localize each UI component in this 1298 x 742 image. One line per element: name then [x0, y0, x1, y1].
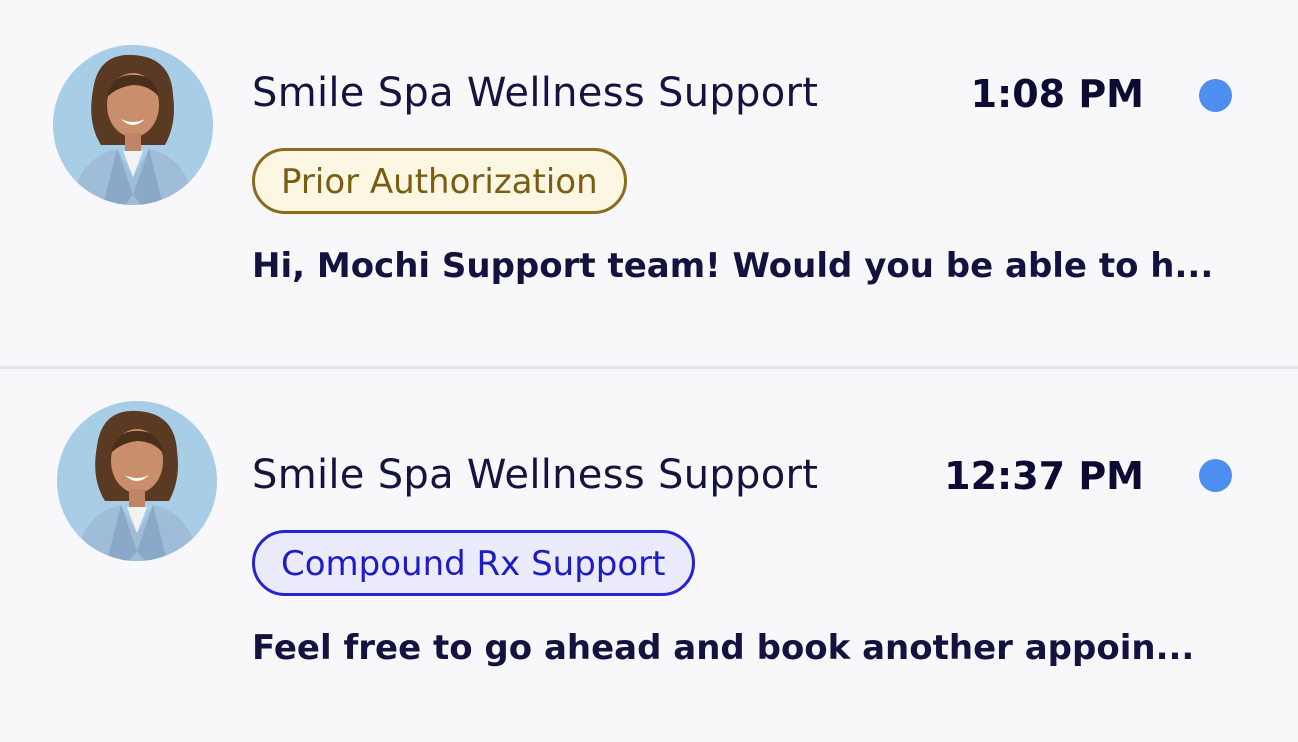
- conversation-item[interactable]: Smile Spa Wellness Support 1:08 PM Prior…: [0, 0, 1298, 366]
- avatar: [57, 401, 217, 561]
- unread-dot-icon: [1199, 459, 1232, 492]
- conversation-list: Smile Spa Wellness Support 1:08 PM Prior…: [0, 0, 1298, 742]
- conversation-item[interactable]: Smile Spa Wellness Support 12:37 PM Comp…: [0, 370, 1298, 742]
- message-preview: Hi, Mochi Support team! Would you be abl…: [252, 246, 1214, 286]
- avatar: [53, 45, 213, 205]
- message-preview: Feel free to go ahead and book another a…: [252, 628, 1195, 668]
- category-tag[interactable]: Compound Rx Support: [252, 530, 695, 596]
- user-photo-icon: [57, 401, 217, 561]
- user-photo-icon: [53, 45, 213, 205]
- sender-name: Smile Spa Wellness Support: [252, 70, 819, 116]
- category-tag[interactable]: Prior Authorization: [252, 148, 627, 214]
- divider: [0, 366, 1298, 369]
- message-time: 1:08 PM: [970, 72, 1144, 116]
- sender-name: Smile Spa Wellness Support: [252, 452, 819, 498]
- unread-dot-icon: [1199, 79, 1232, 112]
- message-time: 12:37 PM: [944, 454, 1144, 498]
